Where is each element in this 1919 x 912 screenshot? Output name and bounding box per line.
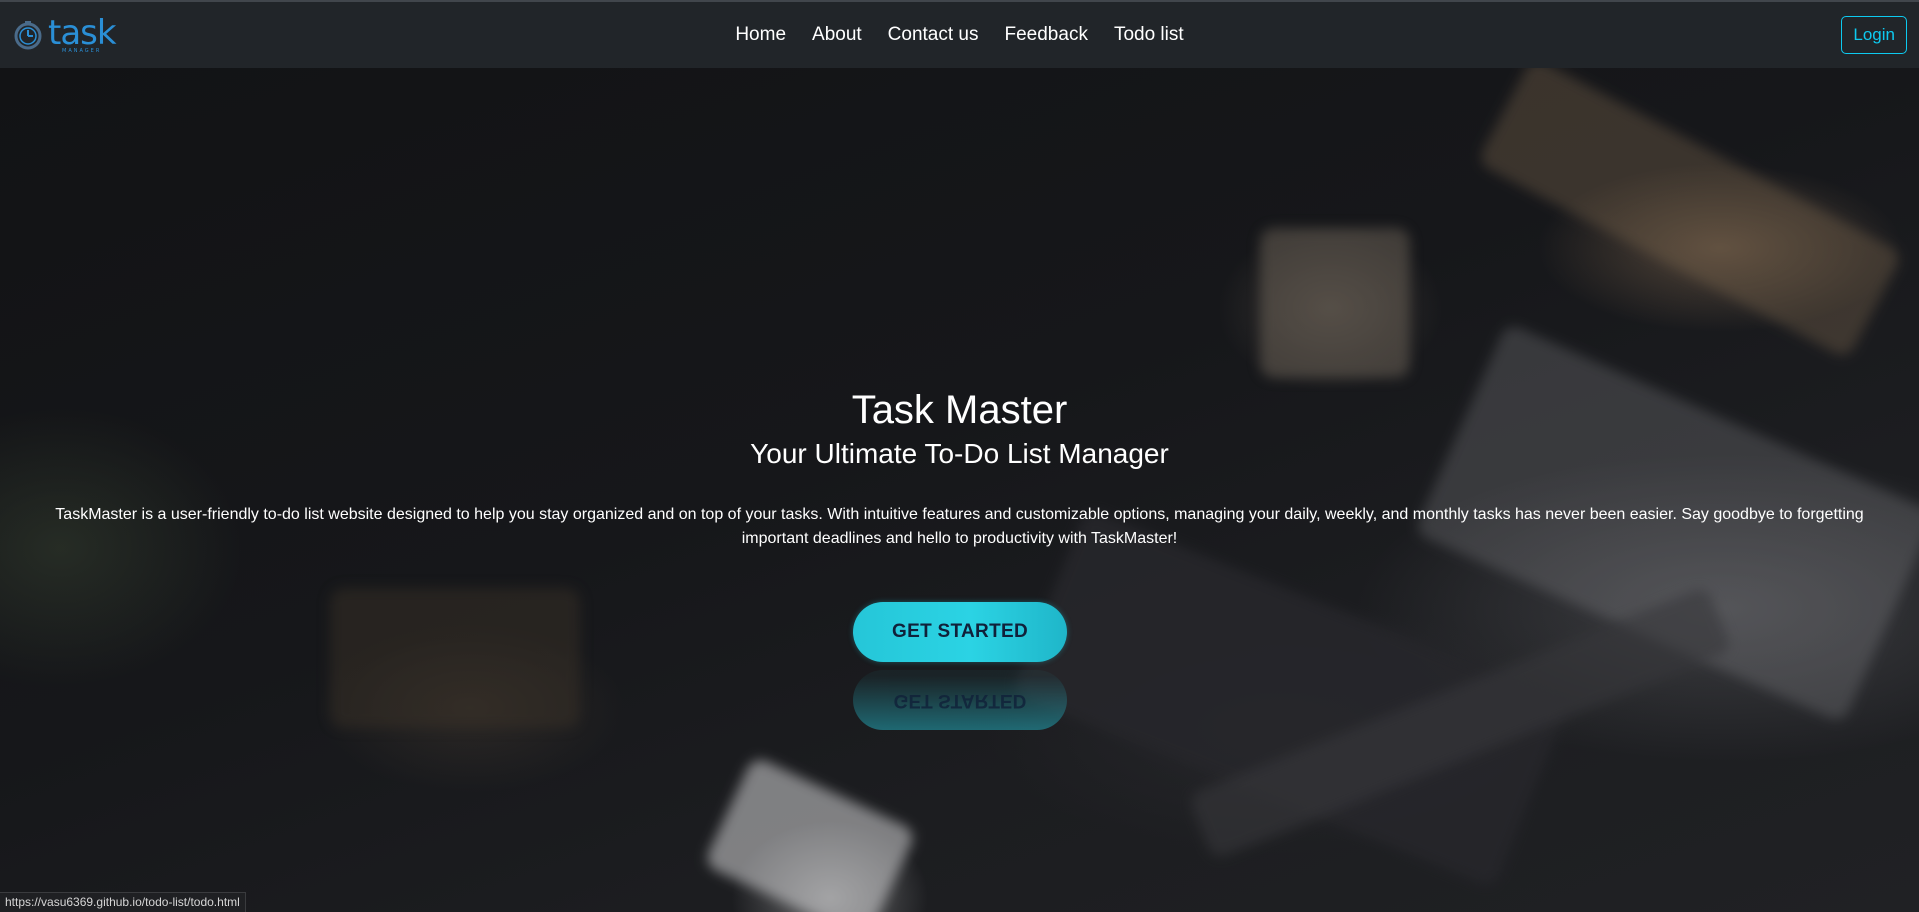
nav-item-feedback: Feedback (992, 2, 1101, 68)
brand-logo[interactable]: task MANAGER (12, 14, 117, 56)
hero-title: Task Master (851, 388, 1068, 432)
hero-section: Task Master Your Ultimate To-Do List Man… (0, 68, 1919, 912)
nav-link-todo-list[interactable]: Todo list (1101, 2, 1197, 68)
status-bar-url: https://vasu6369.github.io/todo-list/tod… (0, 892, 246, 912)
logo-subtext: MANAGER (62, 48, 102, 54)
nav-link-about[interactable]: About (799, 2, 875, 68)
nav-links: Home About Contact us Feedback Todo list (0, 2, 1919, 68)
nav-item-contact: Contact us (875, 2, 992, 68)
hero-content: Task Master Your Ultimate To-Do List Man… (0, 386, 1919, 551)
logo-text: task (48, 13, 117, 53)
nav-item-todo-list: Todo list (1101, 2, 1197, 68)
nav-link-home[interactable]: Home (722, 2, 799, 68)
navbar: task MANAGER Home About Contact us Feedb… (0, 2, 1919, 68)
hero-description: TaskMaster is a user-friendly to-do list… (55, 506, 1864, 547)
nav-list: Home About Contact us Feedback Todo list (722, 2, 1196, 68)
get-started-reflection: GET STARTED (853, 670, 1067, 730)
background-clock-shape (1260, 228, 1410, 378)
background-book-shape (1476, 68, 1904, 360)
background-binoculars-shape (330, 588, 580, 728)
nav-link-feedback[interactable]: Feedback (992, 2, 1101, 68)
background-mouse-shape (703, 755, 917, 912)
login-button[interactable]: Login (1841, 16, 1907, 54)
nav-item-home: Home (722, 2, 799, 68)
hero-subtitle: Your Ultimate To-Do List Manager (750, 438, 1169, 469)
nav-link-contact[interactable]: Contact us (875, 2, 992, 68)
nav-item-about: About (799, 2, 875, 68)
get-started-button[interactable]: GET STARTED (853, 602, 1067, 662)
cta-wrapper: GET STARTED GET STARTED (853, 602, 1067, 732)
